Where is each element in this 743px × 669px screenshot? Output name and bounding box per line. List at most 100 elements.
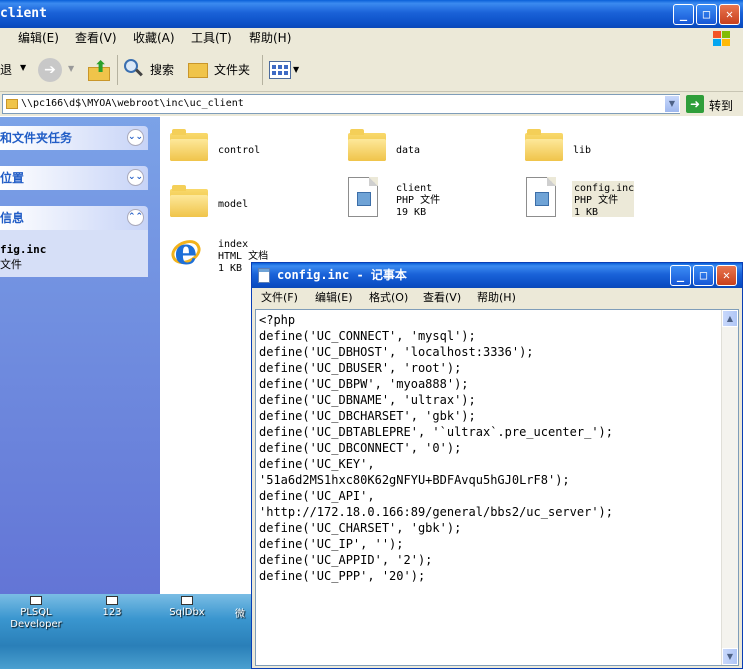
notepad-close-button[interactable]: ✕ [716,265,737,286]
file-item-config[interactable]: config.inc PHP 文件 1 KB [524,175,664,225]
task-pane: 和文件夹任务 ⌄⌄ 位置 ⌄⌄ 信息 ⌃⌃ fig.inc 文件 [0,117,160,594]
details-body: fig.inc 文件 [0,230,148,277]
menu-favorites[interactable]: 收藏(A) [133,28,175,49]
address-path: \\pc166\d$\MYOA\webroot\inc\uc_client [21,98,244,109]
other-places-header[interactable]: 位置 ⌄⌄ [0,166,148,190]
dropdown-arrow-icon: ▼ [68,64,75,73]
views-icon [269,61,291,79]
scroll-up-button[interactable]: ▲ [722,310,738,327]
file-name: data [396,145,421,156]
vertical-scrollbar[interactable]: ▲ ▼ [721,310,738,665]
notepad-menu-help[interactable]: 帮助(H) [477,288,516,308]
desktop-icon-partial[interactable]: 微 [232,609,248,621]
notepad-minimize-button[interactable]: _ [670,265,691,286]
dropdown-arrow-icon: ▼ [20,63,27,72]
window-title: client [0,6,47,21]
notepad-window: config.inc - 记事本 _ □ ✕ 文件(F) 编辑(E) 格式(O)… [251,262,743,669]
php-file-icon [526,177,556,217]
forward-button[interactable]: ➔ ▼ [38,58,78,84]
file-folder-tasks-header[interactable]: 和文件夹任务 ⌄⌄ [0,126,148,150]
panel-title: 和文件夹任务 [0,131,73,145]
file-name: model [218,199,249,210]
address-input[interactable]: \\pc166\d$\MYOA\webroot\inc\uc_client [2,94,680,114]
file-name: config.inc [574,183,635,194]
search-icon-handle [135,68,143,77]
file-item-client[interactable]: client PHP 文件 19 KB [346,175,486,225]
folder-item-lib[interactable]: lib [525,125,645,169]
desktop-icon-label: 微 [235,609,245,620]
close-button[interactable]: ✕ [719,4,740,25]
file-type: PHP 文件 [574,195,619,206]
desktop-icon-label: 123 [102,607,122,618]
notepad-text-area[interactable]: <?php define('UC_CONNECT', 'mysql'); def… [255,309,739,666]
go-arrow-icon: ➜ [686,95,704,113]
folder-icon [170,185,208,217]
notepad-content[interactable]: <?php define('UC_CONNECT', 'mysql'); def… [259,312,613,584]
up-folder-button[interactable]: ⬆ [86,57,112,83]
notepad-menu-file[interactable]: 文件(F) [261,288,298,308]
menu-tools[interactable]: 工具(T) [191,28,232,49]
menu-view[interactable]: 查看(V) [75,28,117,49]
shortcut-icon [106,596,118,605]
search-label: 搜索 [150,63,175,77]
notepad-menu-format[interactable]: 格式(O) [369,288,408,308]
shortcut-icon [30,596,42,605]
toolbar-separator [117,55,118,85]
ie-html-icon: e [167,234,205,271]
toolbar-separator [262,55,263,85]
back-button[interactable]: 退 ▼ [0,57,32,83]
menu-edit[interactable]: 编辑(E) [18,28,59,49]
scroll-down-button[interactable]: ▼ [722,648,738,665]
folder-item-model[interactable]: model [170,179,290,223]
file-type: PHP 文件 [396,195,441,206]
search-button[interactable]: 搜索 [122,57,180,83]
folder-item-data[interactable]: data [348,125,468,169]
expand-chevron-icon[interactable]: ⌄⌄ [127,169,144,186]
notepad-app-icon [258,268,270,283]
panel-title: 位置 [0,171,25,185]
maximize-button[interactable]: □ [696,4,717,25]
file-size: 1 KB [218,263,243,274]
folders-button[interactable]: 文件夹 [186,57,256,83]
notepad-titlebar[interactable]: config.inc - 记事本 _ □ ✕ [252,263,742,288]
views-button[interactable]: ▼ [267,57,301,83]
details-header[interactable]: 信息 ⌃⌃ [0,206,148,230]
explorer-titlebar[interactable]: client _ □ ✕ [0,0,743,28]
details-file-type: 文件 [0,258,22,271]
dropdown-arrow-icon: ▼ [293,65,300,74]
notepad-maximize-button[interactable]: □ [693,265,714,286]
explorer-menubar: 编辑(E) 查看(V) 收藏(A) 工具(T) 帮助(H) [0,28,743,49]
expand-chevron-icon[interactable]: ⌄⌄ [127,129,144,146]
desktop-icon-label-2: Developer [10,619,62,630]
notepad-title: config.inc - 记事本 [277,268,407,282]
file-name: client [396,183,433,194]
address-dropdown-button[interactable]: ▼ [664,95,680,113]
folder-small-icon [6,99,18,109]
desktop-icon-label: SqlDbx [169,607,205,618]
folder-icon [525,129,563,161]
minimize-button[interactable]: _ [673,4,694,25]
desktop-icon-plsql[interactable]: PLSQL Developer [8,596,64,631]
collapse-chevron-icon[interactable]: ⌃⌃ [127,209,144,226]
menu-help[interactable]: 帮助(H) [249,28,291,49]
explorer-toolbar: 退 ▼ ➔ ▼ ⬆ 搜索 文件夹 ▼ [0,49,743,92]
go-button[interactable]: ➜ 转到 [686,94,741,114]
php-file-icon [348,177,378,217]
windows-logo-icon [711,30,733,48]
notepad-menu-view[interactable]: 查看(V) [423,288,461,308]
address-bar: \\pc166\d$\MYOA\webroot\inc\uc_client ▼ … [0,92,743,116]
folder-item-control[interactable]: control [170,125,290,169]
back-label: 退 [0,63,13,77]
desktop-icon-sqldbx[interactable]: SqlDbx [164,596,210,619]
notepad-menu-edit[interactable]: 编辑(E) [315,288,353,308]
desktop-icon-label: PLSQL [20,607,52,618]
shortcut-icon [181,596,193,605]
folder-icon [348,129,386,161]
file-name: control [218,145,261,156]
details-file-name: fig.inc [0,243,47,256]
panel-title: 信息 [0,211,25,225]
file-name: index [218,239,249,250]
desktop-icon-123[interactable]: 123 [92,596,132,619]
file-size: 19 KB [396,207,427,218]
folders-icon [188,63,208,78]
